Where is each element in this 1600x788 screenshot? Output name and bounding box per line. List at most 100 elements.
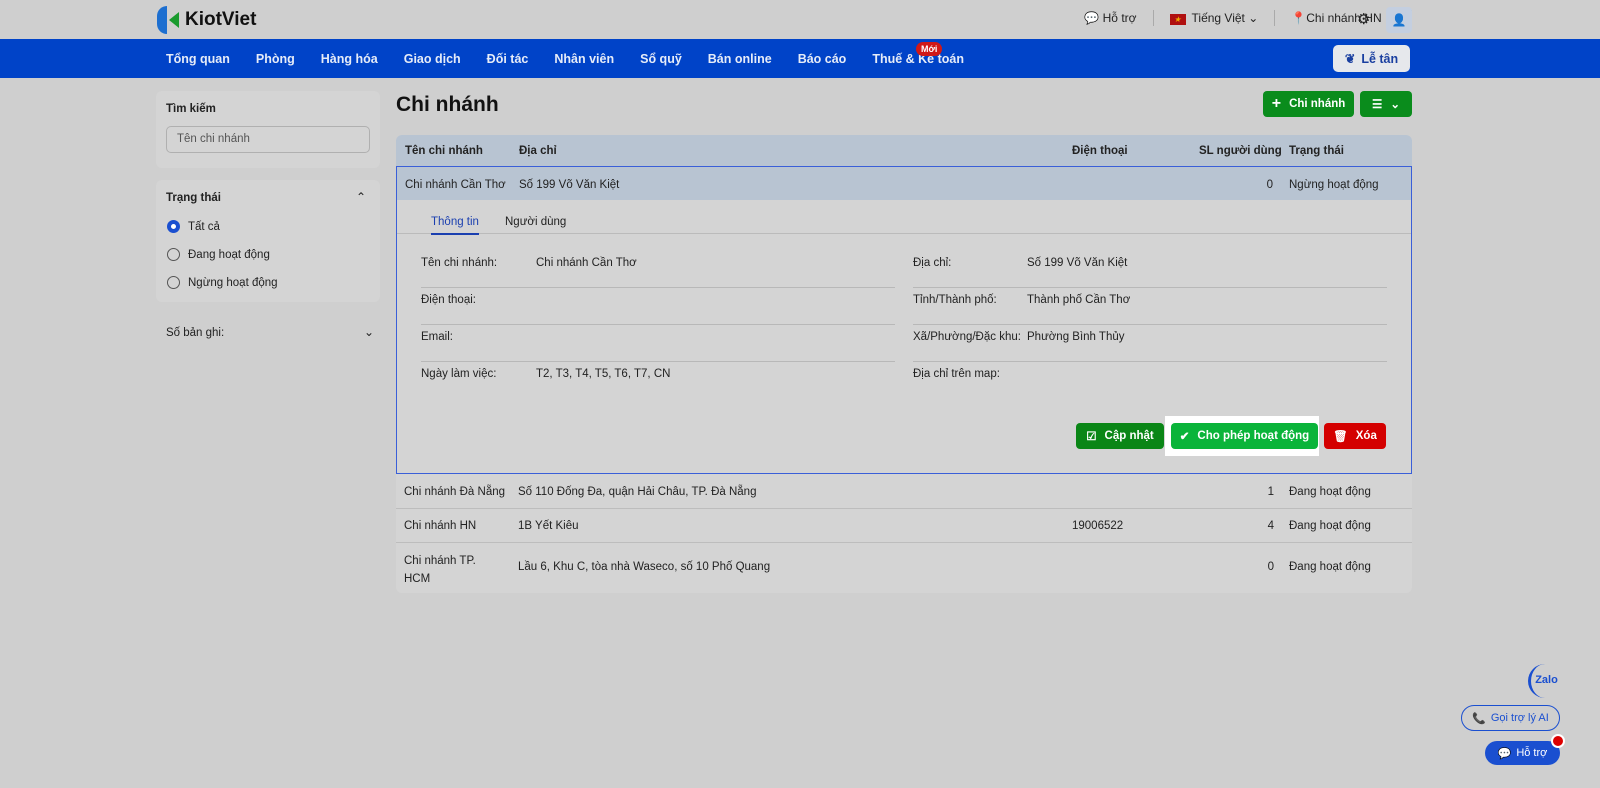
- reception-button[interactable]: ❦ Lễ tân: [1333, 45, 1410, 72]
- col-name: Tên chi nhánh: [405, 145, 483, 157]
- cell-users: 4: [1267, 520, 1274, 532]
- field-province: Tỉnh/Thành phố: Thành phố Cần Thơ: [913, 288, 1387, 325]
- reception-label: Lễ tân: [1361, 51, 1399, 66]
- field-branch-name: Tên chi nhánh: Chi nhánh Cần Thơ: [421, 251, 895, 288]
- location-pin-icon: 📍: [1291, 11, 1307, 25]
- cell-address: Số 199 Võ Văn Kiệt: [519, 179, 620, 191]
- top-bar: KiotViet 💬 Hỗ trợ ★ Tiếng Việt ⌄ 📍Chi nhá…: [0, 0, 1600, 39]
- field-label: Tên chi nhánh:: [421, 257, 498, 269]
- plus-icon: +: [1271, 95, 1282, 112]
- nav-cashbook[interactable]: Sổ quỹ: [640, 52, 682, 66]
- zalo-button[interactable]: Zalo: [1528, 664, 1562, 698]
- table-header: Tên chi nhánh Địa chỉ Điện thoại SL ngườ…: [396, 135, 1412, 166]
- option-label: Tất cả: [188, 220, 220, 233]
- language-label: Tiếng Việt: [1191, 11, 1245, 25]
- branch-select[interactable]: 📍Chi nhánh HN ⌄: [1291, 11, 1395, 25]
- phone-icon: 📞: [1472, 712, 1486, 725]
- status-label: Trạng thái: [166, 192, 221, 204]
- nav-transactions[interactable]: Giao dịch: [404, 52, 461, 66]
- search-panel: Tìm kiếm Tên chi nhánh: [156, 91, 380, 168]
- field-label: Tỉnh/Thành phố:: [913, 294, 997, 306]
- records-label: Số bản ghi:: [166, 327, 225, 339]
- nav-partners[interactable]: Đối tác: [487, 52, 529, 66]
- update-button[interactable]: ☑ Cập nhật: [1076, 423, 1164, 449]
- field-map-address: Địa chỉ trên map:: [913, 362, 1387, 399]
- support-link[interactable]: 💬 Hỗ trợ: [1084, 11, 1136, 25]
- search-input[interactable]: Tên chi nhánh: [166, 126, 370, 153]
- cell-address: Lầu 6, Khu C, tòa nhà Waseco, số 10 Phố …: [518, 561, 771, 573]
- field-label: Email:: [421, 331, 453, 343]
- chevron-down-icon[interactable]: ⌄: [364, 325, 374, 339]
- add-branch-button[interactable]: + Chi nhánh: [1263, 91, 1354, 117]
- field-ward: Xã/Phường/Đặc khu: Phường Bình Thủy: [913, 325, 1387, 362]
- chevron-up-icon[interactable]: ⌃: [356, 190, 366, 204]
- check-icon: ✔: [1179, 431, 1190, 443]
- vietnam-flag-icon: ★: [1169, 14, 1186, 25]
- field-label: Ngày làm việc:: [421, 368, 497, 380]
- radio-checked: [167, 220, 180, 233]
- table-row[interactable]: Chi nhánh TP. HCM Lầu 6, Khu C, tòa nhà …: [396, 543, 1412, 593]
- support-chat-label: Hỗ trợ: [1516, 747, 1548, 759]
- chat-icon: 💬: [1497, 747, 1512, 760]
- language-select[interactable]: ★ Tiếng Việt ⌄: [1169, 11, 1258, 25]
- cell-address: Số 110 Đống Đa, quận Hải Châu, TP. Đà Nẵ…: [518, 486, 757, 498]
- nav-staff[interactable]: Nhân viên: [554, 52, 614, 66]
- cell-status: Đang hoạt động: [1289, 520, 1371, 532]
- chevron-down-icon: ⌄: [1390, 99, 1400, 111]
- field-label: Xã/Phường/Đặc khu:: [913, 331, 1021, 343]
- ai-assistant-button[interactable]: 📞 Gọi trợ lý AI: [1461, 705, 1560, 731]
- field-value: Số 199 Võ Văn Kiệt: [1027, 257, 1128, 269]
- tab-info[interactable]: Thông tin: [431, 216, 479, 235]
- checkbox-icon: ☑: [1086, 431, 1097, 443]
- cell-users: 0: [1266, 179, 1273, 191]
- support-label: Hỗ trợ: [1102, 11, 1137, 25]
- table-row[interactable]: Chi nhánh HN 1B Yết Kiêu 19006522 4 Đang…: [396, 509, 1412, 542]
- avatar[interactable]: 👤: [1386, 7, 1412, 33]
- table-row[interactable]: Chi nhánh Cần Thơ Số 199 Võ Văn Kiệt 0 N…: [396, 166, 1412, 200]
- brand-name: KiotViet: [185, 9, 257, 30]
- add-branch-label: Chi nhánh: [1289, 98, 1346, 110]
- field-value: Chi nhánh Cần Thơ: [536, 257, 637, 269]
- cell-phone: 19006522: [1072, 520, 1124, 532]
- field-phone: Điện thoại:: [421, 288, 895, 325]
- support-chat-button[interactable]: 💬 Hỗ trợ: [1485, 741, 1560, 765]
- tab-users[interactable]: Người dùng: [505, 216, 566, 228]
- column-view-button[interactable]: ☰ ⌄: [1360, 91, 1412, 117]
- list-icon: ☰: [1372, 99, 1383, 111]
- col-phone: Điện thoại: [1072, 145, 1128, 157]
- field-label: Địa chỉ:: [913, 257, 952, 269]
- field-email: Email:: [421, 325, 895, 362]
- nav-goods[interactable]: Hàng hóa: [321, 52, 378, 66]
- divider: [1274, 10, 1276, 26]
- main-nav: Tổng quan Phòng Hàng hóa Giao dịch Đối t…: [0, 39, 1600, 78]
- kiotviet-logo[interactable]: KiotViet: [157, 6, 256, 34]
- detail-tabs: Thông tin Người dùng: [397, 200, 1411, 235]
- update-label: Cập nhật: [1104, 430, 1154, 442]
- nav-reports[interactable]: Báo cáo: [798, 52, 847, 66]
- cell-name: Chi nhánh Cần Thơ: [405, 179, 506, 191]
- notification-dot: [1551, 734, 1565, 748]
- col-users: SL người dùng: [1199, 145, 1282, 157]
- cell-name: Chi nhánh TP. HCM: [404, 555, 476, 585]
- status-option-inactive[interactable]: Ngừng hoạt động: [167, 276, 278, 289]
- delete-button[interactable]: 🗑 Xóa: [1324, 423, 1386, 449]
- radio-unchecked: [167, 276, 180, 289]
- option-label: Đang hoạt động: [188, 248, 270, 261]
- table-row[interactable]: Chi nhánh Đà Nẵng Số 110 Đống Đa, quận H…: [396, 475, 1412, 509]
- gear-icon[interactable]: ⚙: [1357, 10, 1370, 28]
- cell-name: Chi nhánh HN: [404, 520, 477, 532]
- field-address: Địa chỉ: Số 199 Võ Văn Kiệt: [913, 251, 1387, 288]
- delete-label: Xóa: [1355, 430, 1377, 442]
- activate-button[interactable]: ✔ Cho phép hoạt động: [1171, 423, 1318, 449]
- page-title: Chi nhánh: [396, 93, 499, 116]
- trash-icon: 🗑: [1333, 431, 1348, 443]
- nav-overview[interactable]: Tổng quan: [166, 52, 230, 66]
- nav-online-sales[interactable]: Bán online: [708, 52, 772, 66]
- status-option-active[interactable]: Đang hoạt động: [167, 248, 270, 261]
- status-option-all[interactable]: Tất cả: [167, 220, 220, 233]
- col-address: Địa chỉ: [519, 145, 557, 157]
- field-value: Phường Bình Thủy: [1027, 331, 1125, 343]
- ai-label: Gọi trợ lý AI: [1490, 712, 1549, 724]
- field-value: T2, T3, T4, T5, T6, T7, CN: [536, 368, 671, 380]
- nav-rooms[interactable]: Phòng: [256, 52, 295, 66]
